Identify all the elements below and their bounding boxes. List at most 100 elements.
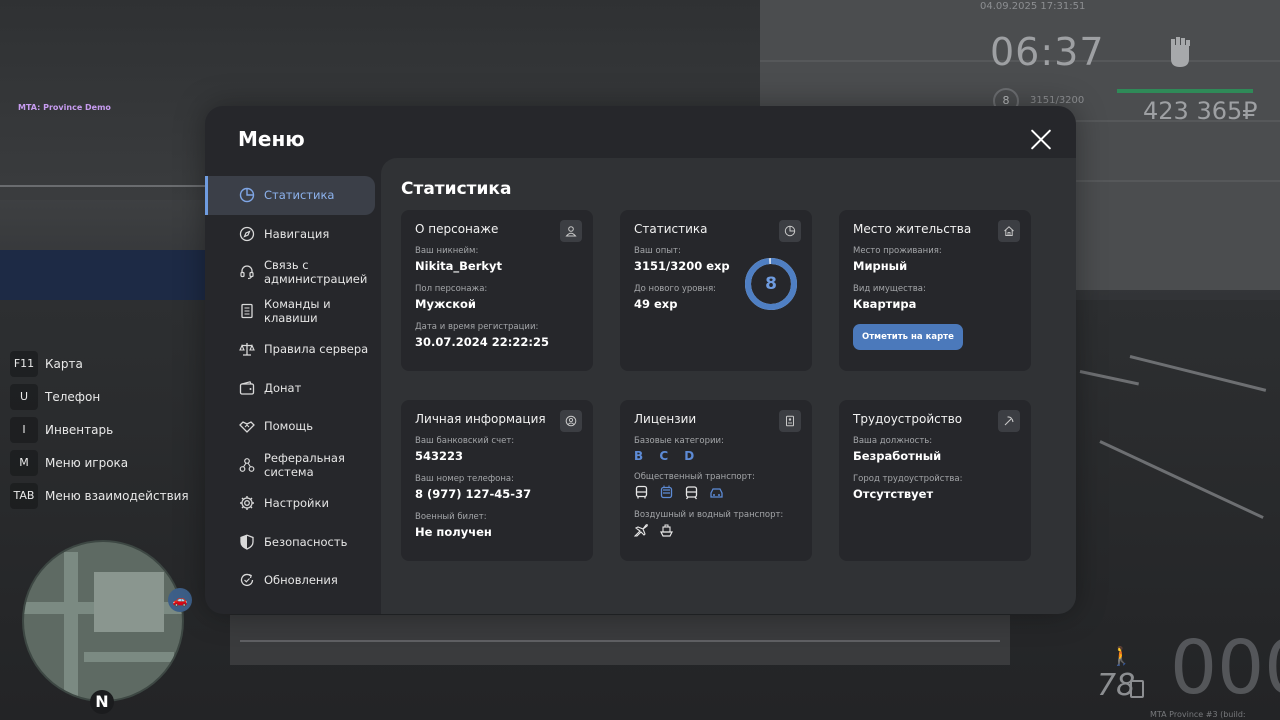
hotkey-key: U [10, 383, 38, 410]
card-title: О персонаже [415, 222, 499, 236]
air-water-transport-icons [634, 523, 798, 538]
nav-item-commands[interactable]: Команды и клавиши [205, 292, 381, 331]
nav-label: Обновления [264, 573, 338, 588]
nav-item-settings[interactable]: Настройки [205, 484, 381, 523]
user-circle-icon [560, 410, 582, 432]
field-label: Ваш номер телефона: [415, 474, 514, 484]
menu-sidebar: Статистика Навигация Связь с администрац… [205, 176, 381, 600]
field-label: Ваша должность: [853, 436, 933, 446]
field-label: Вид имущества: [853, 284, 926, 294]
pickaxe-icon [998, 410, 1020, 432]
minimap-building [94, 572, 164, 632]
pie-chart-icon [239, 188, 255, 203]
card-character: О персонаже Ваш никнейм: Nikita_Berkyt П… [401, 210, 593, 371]
close-button[interactable] [1028, 127, 1054, 153]
hotkey-key: M [10, 449, 38, 476]
nav-item-security[interactable]: Безопасность [205, 523, 381, 562]
tram-icon [685, 486, 698, 500]
hud-datetime: 04.09.2025 17:31:51 [980, 1, 1086, 12]
hotkey-label: Инвентарь [45, 422, 114, 437]
military-id-value: Не получен [415, 525, 492, 539]
nav-label: Донат [264, 380, 302, 395]
pie-chart-icon [779, 220, 801, 242]
bus-icon [635, 485, 648, 499]
card-title: Трудоустройство [853, 412, 963, 426]
content-title: Статистика [401, 179, 512, 199]
hotkey-row: F11 Карта [10, 347, 189, 380]
walk-icon: 🚶 [1110, 646, 1133, 667]
hotkey-label: Меню взаимодействия [45, 488, 189, 503]
user-icon [560, 220, 582, 242]
nav-item-rules[interactable]: Правила сервера [205, 330, 381, 369]
field-label: Пол персонажа: [415, 284, 488, 294]
field-label: Ваш никнейм: [415, 246, 479, 256]
bridge [0, 185, 230, 225]
nav-label: Навигация [264, 226, 330, 241]
headset-icon [240, 265, 254, 280]
refresh-icon [240, 574, 254, 587]
public-transport-icons [634, 485, 798, 500]
card-stats: Статистика Ваш опыт: 3151/3200 exp До но… [620, 210, 812, 371]
nav-label: Команды и клавиши [264, 296, 331, 325]
card-title: Место жительства [853, 222, 972, 236]
handshake-icon [239, 421, 255, 434]
fuel-icon [1130, 680, 1144, 698]
trolleybus-icon [660, 485, 673, 499]
minimap [22, 540, 184, 702]
card-title: Лицензии [634, 412, 697, 426]
hotkey-list: F11 Карта U Телефон I Инвентарь M Меню игрок… [10, 347, 189, 512]
hud-exp: 3151/3200 [1030, 95, 1085, 106]
home-icon [998, 220, 1020, 242]
nav-item-help[interactable]: Помощь [205, 407, 381, 446]
wallet-icon [239, 380, 255, 395]
phone-value: 8 (977) 127-45-37 [415, 487, 532, 501]
field-label: Базовые категории: [634, 436, 724, 446]
nav-item-admin-contact[interactable]: Связь с администрацией [205, 253, 381, 292]
fist-icon [1171, 37, 1190, 67]
license-icon [779, 410, 801, 432]
nav-label: Правила сервера [264, 342, 369, 357]
nav-item-donate[interactable]: Донат [205, 369, 381, 408]
speedometer: 000 [1170, 625, 1280, 711]
field-label: Воздушный и водный транспорт: [634, 510, 784, 520]
nav-item-referral[interactable]: Реферальная система [205, 446, 381, 485]
field-label: Общественный транспорт: [634, 472, 755, 482]
taxi-icon [710, 488, 723, 498]
network-icon [239, 457, 255, 472]
license-categories: B C D [634, 449, 701, 463]
field-label: Военный билет: [415, 512, 487, 522]
field-label: Дата и время регистрации: [415, 322, 539, 332]
registration-value: 30.07.2024 22:22:25 [415, 335, 549, 349]
hotkey-key: F11 [10, 350, 38, 377]
nav-item-navigation[interactable]: Навигация [205, 215, 381, 254]
build-info: MTA Province #3 (build: 6.12417.9) [1150, 710, 1246, 720]
hud-clock: 06:37 [990, 30, 1105, 74]
minimap-road [84, 652, 174, 662]
hotkey-row: M Меню игрока [10, 446, 189, 479]
content-panel: Статистика О персонаже Ваш никнейм: Niki… [381, 158, 1076, 614]
hotkey-row: U Телефон [10, 380, 189, 413]
shield-icon [240, 534, 254, 550]
document-icon [241, 303, 253, 318]
card-title: Статистика [634, 222, 708, 236]
nav-label: Настройки [264, 496, 329, 511]
job-position-value: Безработный [853, 449, 942, 463]
gender-value: Мужской [415, 297, 476, 311]
field-label: Место проживания: [853, 246, 942, 256]
nav-item-statistics[interactable]: Статистика [205, 176, 375, 215]
hotkey-row: TAB Меню взаимодействия [10, 479, 189, 512]
plane-icon [634, 524, 648, 537]
minimap-road [64, 552, 78, 700]
hotkey-label: Карта [45, 356, 83, 371]
property-type-value: Квартира [853, 297, 917, 311]
field-label: Город трудоустройства: [853, 474, 963, 484]
nav-label: Помощь [264, 419, 314, 434]
residence-place-value: Мирный [853, 259, 908, 273]
nav-item-updates[interactable]: Обновления [205, 561, 381, 600]
nav-label: Статистика [264, 188, 335, 203]
mark-on-map-button[interactable]: Отметить на карте [853, 324, 963, 350]
job-city-value: Отсутствует [853, 487, 934, 501]
server-watermark: MTA: Province Demo [18, 103, 111, 112]
hotkey-key: I [10, 416, 38, 443]
gear-icon [240, 496, 254, 511]
